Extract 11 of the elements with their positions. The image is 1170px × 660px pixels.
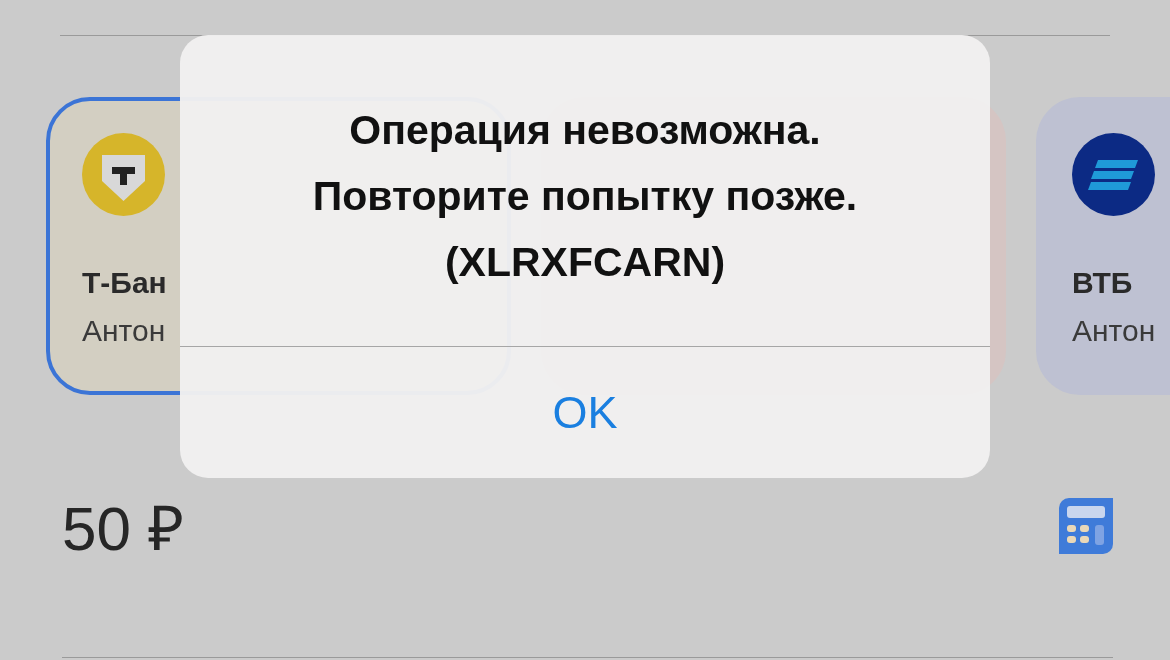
bank-card[interactable]: ВТБ Антон	[1036, 97, 1170, 395]
amount-value: 50 ₽	[62, 493, 185, 565]
bank-name: Т-Бан	[82, 266, 167, 300]
stripes-logo-icon	[1072, 133, 1155, 216]
card-holder: Антон	[82, 314, 166, 348]
shield-logo-icon	[82, 133, 165, 216]
ok-button[interactable]: OK	[180, 347, 990, 478]
calculator-icon[interactable]	[1059, 498, 1113, 554]
bank-name: ВТБ	[1072, 266, 1133, 300]
card-holder: Антон	[1072, 314, 1156, 348]
alert-message: Операция невозможна. Повторите попытку позже. (XLRXFCARN)	[311, 106, 859, 287]
